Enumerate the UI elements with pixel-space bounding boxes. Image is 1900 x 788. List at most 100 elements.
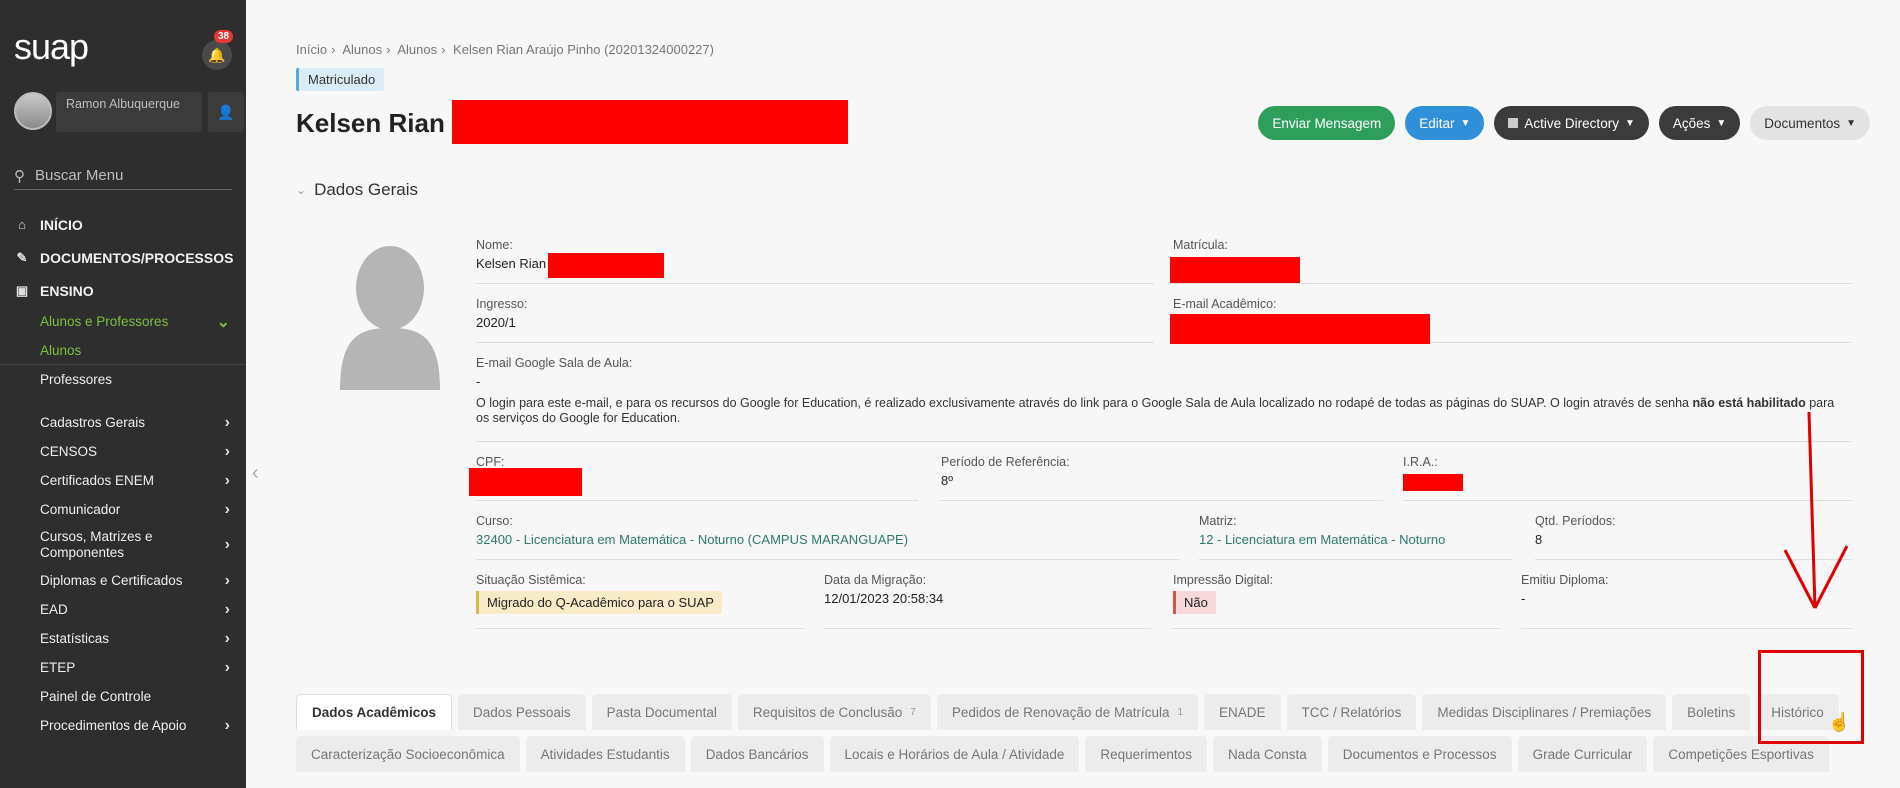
chevron-down-icon: ▼ (1846, 117, 1856, 129)
collapse-sidebar-icon[interactable]: ‹ (252, 462, 259, 485)
sidebar-item-ead[interactable]: EAD › (0, 595, 246, 624)
action-toolbar: Enviar Mensagem Editar ▼ Active Directory… (1258, 106, 1870, 140)
sidebar-item-estatisticas[interactable]: Estatísticas › (0, 624, 246, 653)
chevron-right-icon: › (224, 500, 230, 518)
tab-locais-horarios[interactable]: Locais e Horários de Aula / Atividade (829, 736, 1080, 772)
sidebar-item-procedimentos-apoio[interactable]: Procedimentos de Apoio › (0, 711, 246, 740)
tab-dados-pessoais[interactable]: Dados Pessoais (458, 694, 586, 730)
google-login-note: O login para este e-mail, e para os recu… (476, 396, 1835, 425)
digital-badge: Não (1173, 591, 1216, 614)
sidebar-item-alunos[interactable]: Alunos (0, 336, 246, 365)
sidebar-item-painel-controle[interactable]: Painel de Controle (0, 682, 246, 711)
tab-boletins[interactable]: Boletins (1672, 694, 1751, 730)
field-data-migracao: Data da Migração: 12/01/2023 20:58:34 (824, 573, 1151, 629)
tab-dados-bancarios[interactable]: Dados Bancários (690, 736, 824, 772)
tabs-row-1: Dados Acadêmicos Dados Pessoais Pasta Do… (296, 694, 1839, 730)
tab-atividades-estudantis[interactable]: Atividades Estudantis (525, 736, 685, 772)
sidebar-item-certificados-enem[interactable]: Certificados ENEM › (0, 466, 246, 495)
user-row: Ramon Albuquerque 👤 (14, 92, 244, 134)
chevron-right-icon: › (224, 629, 230, 647)
square-icon (1508, 118, 1519, 128)
section-dados-gerais[interactable]: ⌄ Dados Gerais (296, 180, 418, 200)
acoes-button[interactable]: Ações ▼ (1658, 106, 1741, 140)
search-input[interactable]: Buscar Menu (35, 167, 123, 184)
field-ingresso: Ingresso: 2020/1 (476, 297, 1154, 343)
field-matriz: Matriz: 12 - Licenciatura em Matemática … (1199, 514, 1512, 560)
edit-document-icon: ✎ (16, 249, 28, 265)
chevron-right-icon: › (224, 536, 230, 553)
annotation-arrow-icon (1783, 411, 1849, 609)
breadcrumb-alunos-list[interactable]: Alunos (397, 42, 437, 57)
field-periodo-referencia: Período de Referência: 8º (941, 455, 1383, 501)
redaction-box (452, 100, 848, 144)
student-photo-placeholder (340, 246, 440, 390)
chevron-right-icon: › (224, 658, 230, 676)
sidebar-item-cursos-matrizes[interactable]: Cursos, Matrizes e Componentes › (0, 524, 246, 566)
sidebar-nav: ⌂ INÍCIO ✎ DOCUMENTOS/PROCESSOS ▣ ENSINO… (0, 208, 246, 740)
sidebar-item-diplomas[interactable]: Diplomas e Certificados › (0, 566, 246, 595)
tab-nada-consta[interactable]: Nada Consta (1212, 736, 1322, 772)
breadcrumb-inicio[interactable]: Início (296, 42, 327, 57)
breadcrumb-current: Kelsen Rian Araújo Pinho (20201324000227… (453, 42, 714, 57)
tab-pedidos-renovacao[interactable]: Pedidos de Renovação de Matrícula 1 (936, 694, 1199, 730)
chevron-down-icon: ▼ (1624, 117, 1635, 129)
user-name[interactable]: Ramon Albuquerque (56, 92, 202, 132)
chevron-right-icon: › (224, 442, 230, 460)
sidebar-item-censos[interactable]: CENSOS › (0, 437, 246, 466)
matriz-link[interactable]: 12 - Licenciatura em Matemática - Noturn… (1199, 532, 1512, 547)
sidebar-item-comunicador[interactable]: Comunicador › (0, 495, 246, 524)
redaction-box (1170, 257, 1300, 283)
curso-link[interactable]: 32400 - Licenciatura em Matemática - Not… (476, 532, 1179, 547)
avatar[interactable] (14, 92, 52, 130)
tab-requerimentos[interactable]: Requerimentos (1085, 736, 1207, 772)
edit-button[interactable]: Editar ▼ (1405, 106, 1485, 140)
tab-enade[interactable]: ENADE (1204, 694, 1281, 730)
tab-documentos-processos[interactable]: Documentos e Processos (1327, 736, 1512, 772)
user-profile-icon[interactable]: 👤 (208, 92, 244, 132)
redaction-box (548, 253, 664, 278)
redaction-box (1170, 314, 1430, 344)
sidebar-item-ensino[interactable]: ▣ ENSINO (0, 274, 246, 307)
sidebar-item-alunos-professores[interactable]: Alunos e Professores ⌄ (0, 307, 246, 336)
menu-search[interactable]: ⚲ Buscar Menu (14, 162, 232, 190)
chevron-down-icon: ▼ (1460, 117, 1471, 129)
tab-pasta-documental[interactable]: Pasta Documental (591, 694, 732, 730)
suap-logo[interactable]: suap (14, 26, 89, 68)
tab-requisitos-conclusao[interactable]: Requisitos de Conclusão 7 (737, 694, 931, 730)
tab-caracterizacao[interactable]: Caracterização Socioeconômica (296, 736, 520, 772)
redaction-box (469, 468, 582, 496)
tab-tcc-relatorios[interactable]: TCC / Relatórios (1286, 694, 1417, 730)
notification-badge: 38 (214, 30, 234, 43)
send-message-button[interactable]: Enviar Mensagem (1258, 106, 1396, 140)
field-situacao-sistemica: Situação Sistêmica: Migrado do Q-Acadêmi… (476, 573, 803, 629)
page-title: Kelsen Rian A (296, 108, 470, 138)
search-icon: ⚲ (14, 167, 25, 185)
chevron-right-icon: › (224, 716, 230, 734)
tab-grade-curricular[interactable]: Grade Curricular (1517, 736, 1648, 772)
active-directory-button[interactable]: Active Directory ▼ (1494, 106, 1649, 140)
tab-medidas-disciplinares[interactable]: Medidas Disciplinares / Premiações (1422, 694, 1667, 730)
hand-cursor-icon: ☝ (1828, 712, 1851, 732)
notification-bell-icon[interactable]: 🔔 (202, 40, 232, 70)
situacao-badge: Migrado do Q-Acadêmico para o SUAP (476, 591, 722, 614)
chevron-right-icon: › (224, 413, 230, 431)
sidebar-item-cadastros-gerais[interactable]: Cadastros Gerais › (0, 408, 246, 437)
home-icon: ⌂ (18, 217, 26, 232)
sidebar-item-etep[interactable]: ETEP › (0, 653, 246, 682)
field-impressao-digital: Impressão Digital: Não (1173, 573, 1500, 629)
sidebar-item-inicio[interactable]: ⌂ INÍCIO (0, 208, 246, 241)
chevron-right-icon: › (224, 571, 230, 589)
chevron-right-icon: › (224, 600, 230, 618)
field-curso: Curso: 32400 - Licenciatura em Matemátic… (476, 514, 1179, 560)
sidebar-item-professores[interactable]: Professores (0, 365, 246, 394)
breadcrumb-alunos[interactable]: Alunos (342, 42, 382, 57)
status-badge: Matriculado (296, 68, 385, 91)
main-content: Início › Alunos › Alunos › Kelsen Rian Araú… (270, 0, 1900, 788)
tabs-row-2: Caracterização Socioeconômica Atividades… (296, 736, 1829, 772)
sidebar-item-documentos[interactable]: ✎ DOCUMENTOS/PROCESSOS (0, 241, 246, 274)
tab-dados-academicos[interactable]: Dados Acadêmicos (296, 694, 453, 730)
sidebar: suap 🔔 38 Ramon Albuquerque 👤 ⚲ Buscar M… (0, 0, 246, 788)
breadcrumb: Início › Alunos › Alunos › Kelsen Rian Araú… (296, 42, 714, 57)
documentos-button[interactable]: Documentos ▼ (1750, 106, 1870, 140)
redaction-box (1403, 474, 1463, 491)
